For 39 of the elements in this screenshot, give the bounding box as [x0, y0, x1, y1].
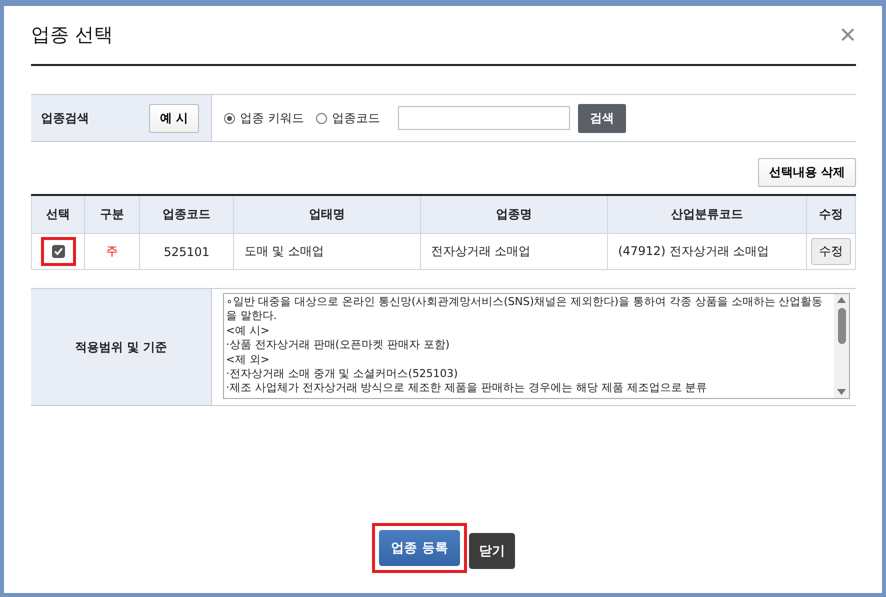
radio-option[interactable]: 업종 키워드	[224, 110, 304, 126]
column-header: 업종명	[420, 195, 608, 234]
scope-text-line: <예 시>	[226, 324, 271, 338]
search-field[interactable]	[398, 106, 570, 130]
table-cell: 전자상거래 소매업	[420, 234, 608, 270]
radio-option[interactable]: 업종코드	[316, 110, 380, 126]
column-header: 업종코드	[139, 195, 234, 234]
scroll-up-icon[interactable]	[837, 297, 846, 303]
column-header: 선택	[32, 195, 85, 234]
edit-button[interactable]: 수정	[811, 238, 851, 265]
scope-text-area[interactable]: ∘일반 대중을 대상으로 온라인 통신망(사회관계망서비스(SNS)채널은 제외한다)을 통하여 각종 상품을 소매하는 산업활동을 말한다. <예 시> ·상품 전자상거래 판매(오픈마켓 판매자 포함) <제 외> ·전자상거래 소매 중개 및 소셜커머스(525103) ·제조 사업체가 전자상거래 방식으로 제조한 제품을 판매하는 경우에는 해당 제품 제조업으로 분류	[223, 293, 850, 399]
radio-button[interactable]	[316, 112, 327, 124]
column-header: 구분	[84, 195, 140, 234]
scope-text-line: ·제조 사업체가 전자상거래 방식으로 제조한 제품을 판매하는 경우에는 해당 제품 제조업으로 분류	[226, 381, 708, 396]
table-cell: (47912) 전자상거래 소매업	[608, 234, 806, 270]
dialog-title: 업종 선택	[31, 23, 114, 48]
scope-text-line: <제 외>	[226, 352, 271, 368]
table-cell: 도매 및 소매업	[234, 234, 420, 270]
search-button[interactable]: 검색	[578, 104, 626, 132]
checkbox[interactable]	[52, 245, 65, 258]
register-button[interactable]: 업종 등록	[379, 530, 460, 566]
scope-text-line: ·전자상거래 소매 중개 및 소셜커머스(525103)	[226, 367, 459, 382]
table-cell: 525101	[139, 234, 234, 270]
delete-selection-button[interactable]: 선택내용 삭제	[758, 158, 856, 187]
search-label: 업종검색	[41, 110, 89, 126]
scrollbar[interactable]	[834, 294, 849, 398]
scope-label: 적용범위 및 기준	[31, 289, 212, 405]
column-header: 수정	[806, 195, 856, 234]
example-button[interactable]: 예 시	[148, 104, 199, 132]
scroll-down-icon[interactable]	[837, 389, 846, 395]
column-header: 업태명	[234, 195, 420, 234]
scope-text-line: ·상품 전자상거래 판매(오픈마켓 판매자 포함)	[226, 338, 451, 353]
scope-text-line: ∘일반 대중을 대상으로 온라인 통신망(사회관계망서비스(SNS)채널은 제외한다)을 통하여 각종 상품을 소매하는 산업활동을 말한다.	[226, 295, 824, 324]
close-button[interactable]: ×	[840, 19, 856, 51]
table-cell: 주	[84, 234, 140, 270]
column-header: 산업분류코드	[608, 195, 806, 234]
scroll-thumb[interactable]	[838, 308, 846, 344]
close-dialog-button[interactable]: 닫기	[468, 533, 515, 569]
radio-button[interactable]	[224, 112, 235, 124]
